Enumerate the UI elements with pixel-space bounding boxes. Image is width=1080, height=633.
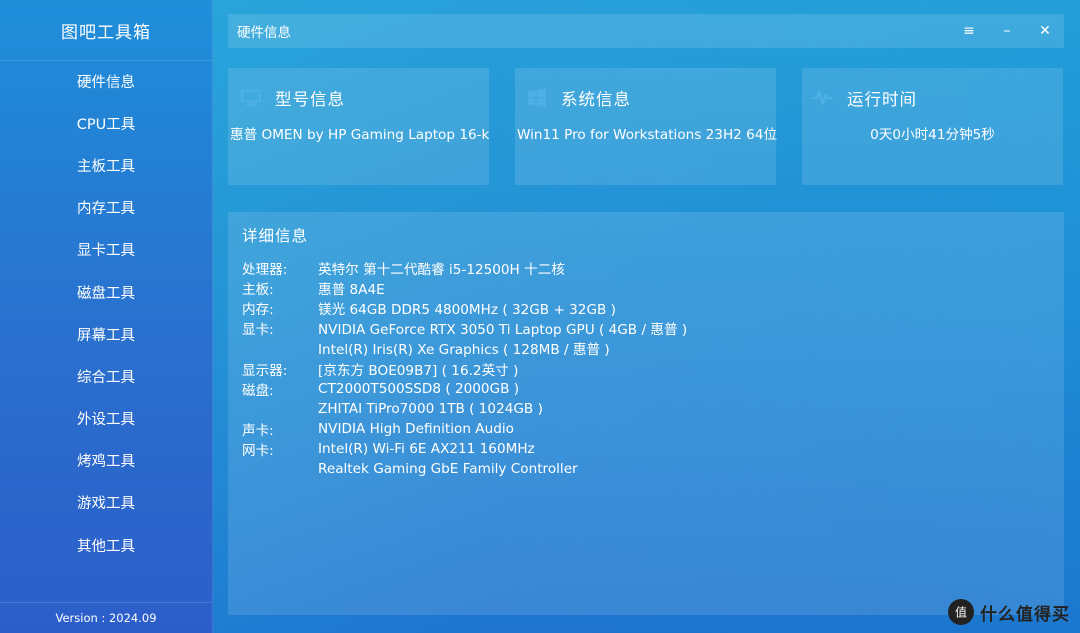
- sidebar-item-cpu-tools[interactable]: CPU工具: [0, 102, 212, 144]
- card-title: 系统信息: [561, 90, 631, 109]
- detail-row-memory: 内存: 镁光 64GB DDR5 4800MHz ( 32GB + 32GB ): [242, 298, 687, 318]
- sidebar-item-disk-tools[interactable]: 磁盘工具: [0, 271, 212, 313]
- detail-key: 内存:: [242, 302, 274, 319]
- detail-row-gpu: 显卡: NVIDIA GeForce RTX 3050 Ti Laptop GPU…: [242, 318, 687, 338]
- model-value: 惠普 OMEN by HP Gaming Laptop 16-k: [230, 127, 490, 143]
- detail-value: Realtek Gaming GbE Family Controller: [318, 460, 578, 477]
- sidebar-item-peripheral-tools[interactable]: 外设工具: [0, 398, 212, 440]
- sidebar-item-label: 游戏工具: [77, 496, 135, 513]
- monitor-icon: [241, 88, 261, 108]
- sidebar-item-gpu-tools[interactable]: 显卡工具: [0, 229, 212, 271]
- card-header: 运行时间: [813, 78, 917, 118]
- sidebar-item-label: 屏幕工具: [77, 327, 135, 344]
- detail-row-audio: 声卡: NVIDIA High Definition Audio: [242, 419, 687, 439]
- detail-row-network: 网卡: Intel(R) Wi-Fi 6E AX211 160MHz: [242, 439, 687, 459]
- sidebar-item-label: 主板工具: [77, 158, 135, 175]
- app-title: 图吧工具箱: [0, 0, 212, 61]
- card-header: 系统信息: [527, 78, 631, 118]
- detail-key: 显示器:: [242, 362, 288, 379]
- model-info-card: 型号信息 惠普 OMEN by HP Gaming Laptop 16-k: [228, 68, 489, 185]
- sidebar-item-game-tools[interactable]: 游戏工具: [0, 482, 212, 524]
- sidebar-item-screen-tools[interactable]: 屏幕工具: [0, 313, 212, 355]
- close-icon: ✕: [1039, 23, 1051, 39]
- detail-row-motherboard: 主板: 惠普 8A4E: [242, 278, 687, 298]
- app-window: 图吧工具箱 硬件信息 CPU工具 主板工具 内存工具 显卡工具 磁盘工具 屏幕工…: [0, 0, 1080, 633]
- uptime-card: 运行时间 0天0小时41分钟5秒: [802, 68, 1063, 185]
- sidebar-item-label: 磁盘工具: [77, 285, 135, 302]
- detail-row-cpu: 处理器: 英特尔 第十二代酷睿 i5-12500H 十二核: [242, 258, 687, 278]
- windows-icon: [527, 88, 547, 108]
- minimize-button[interactable]: –: [988, 14, 1026, 48]
- uptime-value: 0天0小时41分钟5秒: [870, 127, 995, 143]
- detail-value: CT2000T500SSD8 ( 2000GB ): [318, 380, 520, 397]
- sidebar-item-label: 其他工具: [77, 538, 135, 555]
- watermark: 值 什么值得买: [948, 599, 1070, 625]
- menu-button[interactable]: ≡: [950, 14, 988, 48]
- detail-key: 主板:: [242, 282, 274, 299]
- detail-key: 网卡:: [242, 442, 274, 459]
- pulse-icon: [813, 88, 833, 108]
- detail-row-gpu-2: Intel(R) Iris(R) Xe Graphics ( 128MB / 惠…: [242, 338, 687, 358]
- sidebar-item-general-tools[interactable]: 综合工具: [0, 355, 212, 397]
- menu-icon: ≡: [963, 23, 975, 39]
- sidebar-item-motherboard-tools[interactable]: 主板工具: [0, 144, 212, 186]
- sidebar-item-label: 综合工具: [77, 369, 135, 386]
- sidebar-item-label: 硬件信息: [77, 74, 135, 91]
- detail-value: ZHITAI TiPro7000 1TB ( 1024GB ): [318, 400, 543, 417]
- detail-key: 显卡:: [242, 322, 274, 339]
- detail-value: NVIDIA High Definition Audio: [318, 420, 514, 437]
- svg-text:值: 值: [955, 605, 967, 620]
- minimize-icon: –: [1003, 23, 1011, 39]
- sidebar-item-label: 内存工具: [77, 201, 135, 218]
- detail-value: 英特尔 第十二代酷睿 i5-12500H 十二核: [318, 262, 565, 279]
- sidebar-item-label: CPU工具: [76, 116, 136, 133]
- page-title: 硬件信息: [237, 25, 291, 41]
- system-value: Win11 Pro for Workstations 23H2 64位: [517, 127, 778, 143]
- details-title: 详细信息: [242, 227, 309, 245]
- detail-row-display: 显示器: [京东方 BOE09B7] ( 16.2英寸 ): [242, 358, 687, 379]
- watermark-logo-icon: 值: [948, 599, 974, 625]
- card-title: 运行时间: [847, 90, 917, 109]
- detail-key: 声卡:: [242, 422, 274, 439]
- sidebar-item-memory-tools[interactable]: 内存工具: [0, 187, 212, 229]
- detail-value: 镁光 64GB DDR5 4800MHz ( 32GB + 32GB ): [318, 302, 616, 319]
- system-info-card: 系统信息 Win11 Pro for Workstations 23H2 64位: [515, 68, 778, 185]
- sidebar: 图吧工具箱 硬件信息 CPU工具 主板工具 内存工具 显卡工具 磁盘工具 屏幕工…: [0, 0, 213, 633]
- detail-value: Intel(R) Wi-Fi 6E AX211 160MHz: [318, 440, 535, 457]
- detail-value: 惠普 8A4E: [318, 282, 385, 299]
- version-label: Version : 2024.09: [0, 602, 212, 633]
- detail-value: Intel(R) Iris(R) Xe Graphics ( 128MB / 惠…: [318, 342, 610, 359]
- sidebar-item-hardware-info[interactable]: 硬件信息: [0, 60, 212, 102]
- detail-key: 磁盘:: [242, 382, 274, 399]
- sidebar-item-label: 显卡工具: [77, 243, 135, 260]
- details-list: 处理器: 英特尔 第十二代酷睿 i5-12500H 十二核 主板: 惠普 8A4E …: [242, 258, 687, 479]
- card-header: 型号信息: [241, 78, 345, 118]
- detail-row-disk-2: ZHITAI TiPro7000 1TB ( 1024GB ): [242, 399, 687, 419]
- sidebar-item-stress-tools[interactable]: 烤鸡工具: [0, 440, 212, 482]
- sidebar-item-label: 外设工具: [77, 412, 135, 429]
- sidebar-item-other-tools[interactable]: 其他工具: [0, 524, 212, 566]
- card-title: 型号信息: [275, 90, 345, 109]
- window-controls: ≡ – ✕: [950, 14, 1064, 48]
- sidebar-item-label: 烤鸡工具: [77, 454, 135, 471]
- detail-value: NVIDIA GeForce RTX 3050 Ti Laptop GPU ( …: [318, 322, 688, 339]
- watermark-text: 什么值得买: [980, 604, 1070, 625]
- sidebar-nav: 硬件信息 CPU工具 主板工具 内存工具 显卡工具 磁盘工具 屏幕工具 综合工具…: [0, 60, 212, 566]
- details-panel: 详细信息 处理器: 英特尔 第十二代酷睿 i5-12500H 十二核 主板: 惠普 …: [228, 212, 1064, 615]
- title-bar: 硬件信息 ≡ – ✕: [228, 14, 1064, 48]
- detail-row-network-2: Realtek Gaming GbE Family Controller: [242, 459, 687, 479]
- detail-key: 处理器:: [242, 262, 288, 279]
- detail-value: [京东方 BOE09B7] ( 16.2英寸 ): [318, 362, 519, 379]
- detail-row-disk: 磁盘: CT2000T500SSD8 ( 2000GB ): [242, 379, 687, 399]
- close-button[interactable]: ✕: [1026, 14, 1064, 48]
